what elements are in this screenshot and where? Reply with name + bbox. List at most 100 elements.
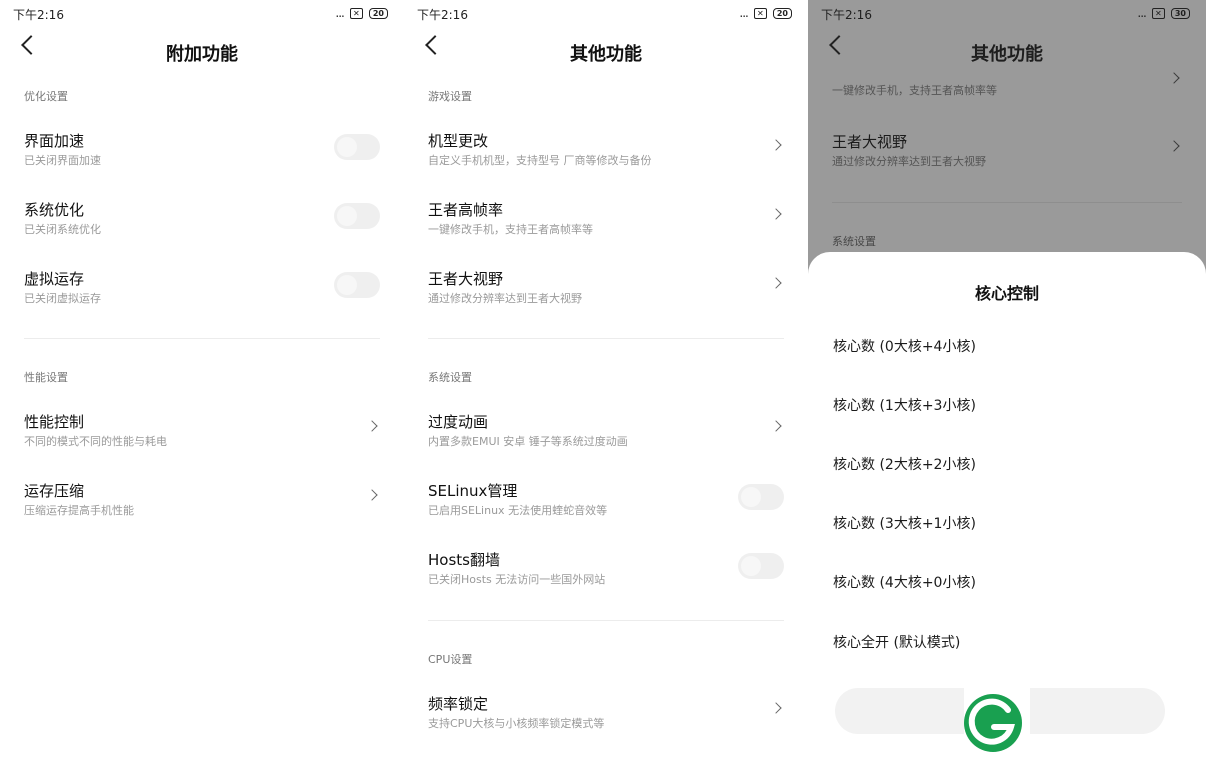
item-subtitle: 已关闭系统优化	[24, 223, 101, 236]
item-subtitle: 通过修改分辨率达到王者大视野	[428, 292, 582, 305]
sim-icon: ✕	[349, 7, 363, 19]
core-option-all[interactable]: 核心全开 (默认模式)	[833, 632, 960, 652]
chevron-right-icon	[770, 702, 782, 714]
item-title: 运存压缩	[24, 482, 85, 500]
setting-item-perf-control[interactable]: 性能控制 不同的模式不同的性能与耗电	[24, 411, 380, 455]
logo-glyph-icon	[968, 698, 1015, 745]
item-subtitle: 一键修改手机，支持王者高帧率等	[428, 223, 593, 236]
chevron-right-icon	[1168, 72, 1180, 84]
setting-item-wide-view[interactable]: 王者大视野 通过修改分辨率达到王者大视野	[832, 131, 1182, 175]
status-time: 下午2:16	[417, 8, 468, 22]
toggle-switch[interactable]	[738, 553, 784, 579]
item-title: 界面加速	[24, 132, 85, 150]
setting-item-ui-accel[interactable]: 界面加速 已关闭界面加速	[24, 130, 380, 174]
more-dots-icon: ...	[335, 6, 345, 20]
page-title: 附加功能	[166, 44, 238, 65]
toggle-knob	[741, 556, 761, 576]
toggle-switch[interactable]	[334, 134, 380, 160]
item-title: Hosts翻墙	[428, 551, 500, 569]
core-option-0-4[interactable]: 核心数 (0大核+4小核)	[833, 336, 976, 356]
toggle-switch[interactable]	[334, 203, 380, 229]
setting-item-virtual-ram[interactable]: 虚拟运存 已关闭虚拟运存	[24, 268, 380, 312]
setting-item-selinux[interactable]: SELinux管理 已启用SELinux 无法使用蝰蛇音效等	[428, 480, 784, 524]
brand-logo	[964, 688, 1030, 762]
core-control-sheet: 核心控制 核心数 (0大核+4小核) 核心数 (1大核+3小核) 核心数 (2大…	[808, 252, 1206, 762]
item-subtitle: 不同的模式不同的性能与耗电	[24, 435, 167, 448]
app-header: 其他功能	[404, 34, 808, 68]
item-subtitle: 已关闭虚拟运存	[24, 292, 101, 305]
battery-icon: 30	[1170, 7, 1190, 19]
status-bar: 下午2:16 ... ✕ 30	[821, 6, 1190, 22]
logo-circle-icon	[964, 694, 1022, 752]
section-header-optimization: 优化设置	[24, 90, 68, 103]
toggle-knob	[337, 275, 357, 295]
battery-icon: 20	[368, 7, 388, 19]
setting-item-freq-lock[interactable]: 频率锁定 支持CPU大核与小核频率锁定模式等	[428, 693, 784, 737]
item-title: 频率锁定	[428, 695, 489, 713]
chevron-right-icon	[770, 420, 782, 432]
chevron-right-icon	[770, 277, 782, 289]
screen-other-functions: 下午2:16 ... ✕ 20 其他功能 游戏设置 机型更改 自定义手机机型，支…	[404, 0, 808, 762]
chevron-right-icon	[366, 420, 378, 432]
item-title: 机型更改	[428, 132, 489, 150]
status-time: 下午2:16	[13, 8, 64, 22]
section-header-cpu: CPU设置	[428, 653, 473, 666]
item-title: 过度动画	[428, 413, 489, 431]
core-option-2-2[interactable]: 核心数 (2大核+2小核)	[833, 454, 976, 474]
battery-icon: 20	[772, 7, 792, 19]
toggle-switch[interactable]	[738, 484, 784, 510]
item-title: 虚拟运存	[24, 270, 85, 288]
core-option-1-3[interactable]: 核心数 (1大核+3小核)	[833, 395, 976, 415]
item-title: 王者高帧率	[428, 201, 504, 219]
item-title: 性能控制	[24, 413, 85, 431]
section-divider	[24, 338, 380, 339]
setting-item-ram-compress[interactable]: 运存压缩 压缩运存提高手机性能	[24, 480, 380, 524]
chevron-right-icon	[770, 208, 782, 220]
item-title: SELinux管理	[428, 482, 518, 500]
item-subtitle: 内置多款EMUI 安卓 锤子等系统过度动画	[428, 435, 628, 448]
screen-other-functions-dimmed: 下午2:16 ... ✕ 30 其他功能 一键修改手机，支持王者高帧率等 王者大…	[808, 0, 1206, 762]
more-dots-icon: ...	[1137, 6, 1147, 20]
app-header: 附加功能	[0, 34, 404, 68]
section-header-performance: 性能设置	[24, 371, 68, 384]
item-title: 系统优化	[24, 201, 85, 219]
chevron-right-icon	[1168, 140, 1180, 152]
setting-item-model-change[interactable]: 机型更改 自定义手机机型，支持型号 厂商等修改与备份	[428, 130, 784, 174]
section-header-system: 系统设置	[832, 235, 876, 248]
item-subtitle: 支持CPU大核与小核频率锁定模式等	[428, 717, 605, 730]
item-subtitle: 已关闭Hosts 无法访问一些国外网站	[428, 573, 606, 586]
setting-item-wide-view[interactable]: 王者大视野 通过修改分辨率达到王者大视野	[428, 268, 784, 312]
section-header-game: 游戏设置	[428, 90, 472, 103]
sim-icon: ✕	[753, 7, 767, 19]
item-subtitle: 已关闭界面加速	[24, 154, 101, 167]
core-option-3-1[interactable]: 核心数 (3大核+1小核)	[833, 513, 976, 533]
toggle-knob	[337, 137, 357, 157]
section-divider	[428, 620, 784, 621]
item-title: 王者大视野	[832, 133, 908, 151]
toggle-knob	[337, 206, 357, 226]
status-bar: 下午2:16 ... ✕ 20	[13, 6, 388, 22]
setting-item-transition-anim[interactable]: 过度动画 内置多款EMUI 安卓 锤子等系统过度动画	[428, 411, 784, 455]
setting-item-high-fps[interactable]: 王者高帧率 一键修改手机，支持王者高帧率等	[428, 199, 784, 243]
toggle-switch[interactable]	[334, 272, 380, 298]
item-subtitle: 自定义手机机型，支持型号 厂商等修改与备份	[428, 154, 652, 167]
more-dots-icon: ...	[739, 6, 749, 20]
sim-icon: ✕	[1151, 7, 1165, 19]
sheet-title: 核心控制	[974, 284, 1039, 303]
chevron-right-icon	[770, 139, 782, 151]
section-divider	[428, 338, 784, 339]
core-option-4-0[interactable]: 核心数 (4大核+0小核)	[833, 572, 976, 592]
setting-item-system-opt[interactable]: 系统优化 已关闭系统优化	[24, 199, 380, 243]
setting-item-high-fps-partial[interactable]: 一键修改手机，支持王者高帧率等	[832, 60, 1182, 104]
section-header-system: 系统设置	[428, 371, 472, 384]
item-title: 王者大视野	[428, 270, 504, 288]
chevron-right-icon	[366, 489, 378, 501]
status-time: 下午2:16	[821, 8, 872, 22]
section-divider	[832, 202, 1182, 203]
screen-additional-functions: 下午2:16 ... ✕ 20 附加功能 优化设置 界面加速 已关闭界面加速 系…	[0, 0, 404, 762]
status-bar: 下午2:16 ... ✕ 20	[417, 6, 792, 22]
item-subtitle: 通过修改分辨率达到王者大视野	[832, 155, 986, 168]
page-title: 其他功能	[570, 44, 642, 65]
item-subtitle: 一键修改手机，支持王者高帧率等	[832, 84, 997, 97]
setting-item-hosts[interactable]: Hosts翻墙 已关闭Hosts 无法访问一些国外网站	[428, 549, 784, 593]
